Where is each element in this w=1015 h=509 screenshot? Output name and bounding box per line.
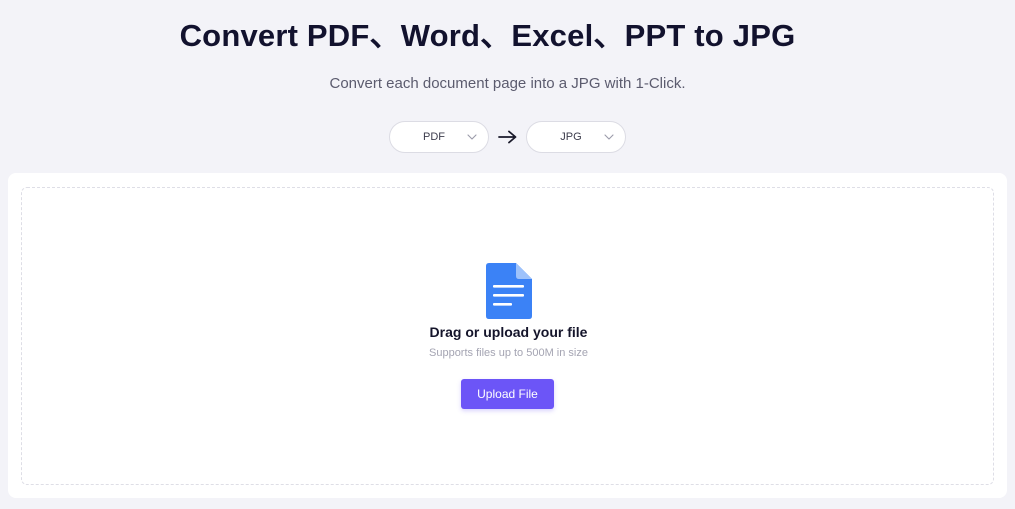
from-format-select[interactable]: PDF — [389, 121, 489, 153]
file-dropzone[interactable]: Drag or upload your file Supports files … — [21, 187, 994, 485]
to-format-label: JPG — [560, 131, 582, 143]
document-icon — [486, 263, 532, 319]
to-format-select[interactable]: JPG — [526, 121, 626, 153]
chevron-down-icon — [467, 134, 477, 140]
dropzone-subtitle: Supports files up to 500M in size — [429, 347, 588, 359]
from-format-label: PDF — [423, 131, 445, 143]
format-selector-row: PDF JPG — [389, 121, 626, 153]
upload-file-button[interactable]: Upload File — [461, 379, 554, 409]
arrow-right-icon — [489, 121, 526, 153]
page-title: Convert PDF、Word、Excel、PPT to JPG — [179, 18, 796, 53]
upload-card: Drag or upload your file Supports files … — [8, 173, 1007, 498]
page: Convert PDF、Word、Excel、PPT to JPG Conver… — [0, 0, 1015, 509]
page-subtitle: Convert each document page into a JPG wi… — [329, 75, 686, 92]
chevron-down-icon — [604, 134, 614, 140]
dropzone-title: Drag or upload your file — [429, 324, 588, 340]
